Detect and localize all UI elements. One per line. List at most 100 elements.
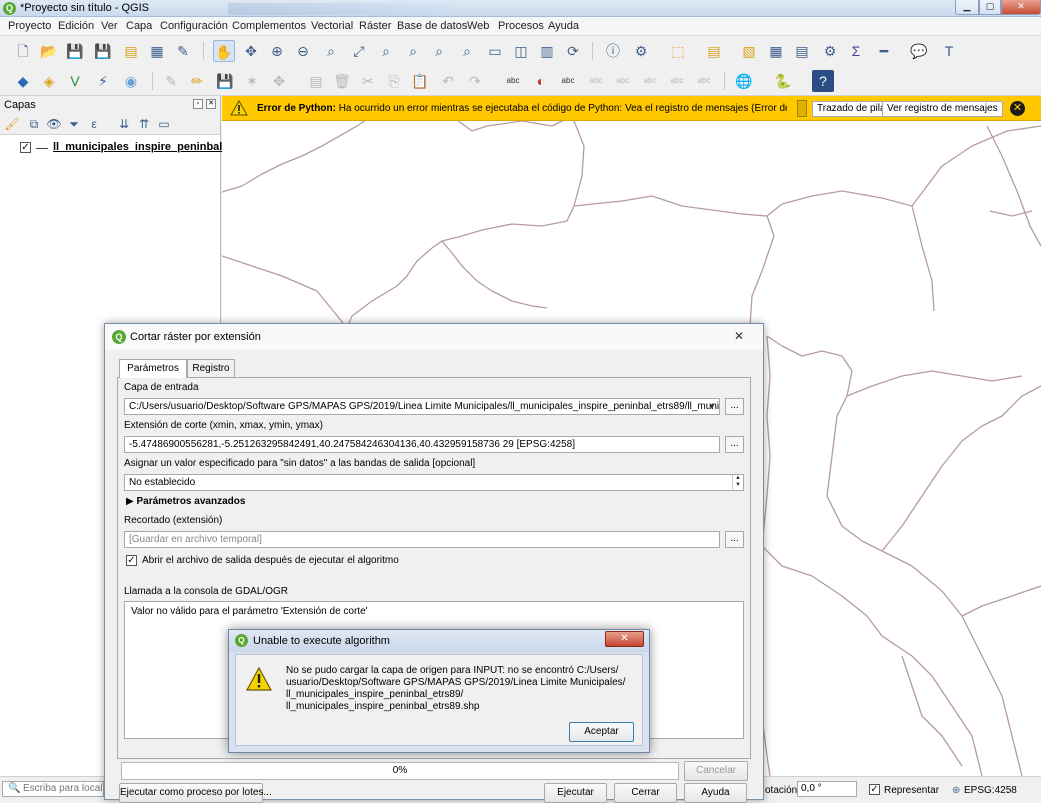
attribute-table-icon[interactable]: ▦ [765,40,787,62]
pan-to-selection-icon[interactable]: ✥ [240,40,262,62]
locator-search-input[interactable]: 🔍 Escriba para localizar [2,781,104,797]
cut-features-icon[interactable]: ✂ [357,70,379,92]
stack-trace-button[interactable]: Trazado de pila [812,101,891,117]
add-wms-layer-icon[interactable]: ◉ [120,70,142,92]
filter-expression-icon[interactable]: ε [86,116,102,132]
redo-icon[interactable]: ↷ [464,70,486,92]
zoom-full-icon[interactable]: ⤢ [348,40,370,62]
save-layer-edits-icon[interactable]: 💾 [214,70,236,92]
manage-visibility-eye-icon[interactable]: 👁 [46,116,62,132]
field-calculator-icon[interactable]: ▤ [791,40,813,62]
zoom-next-icon[interactable]: ⌕ [456,40,478,62]
batch-process-button[interactable]: Ejecutar como proceso por lotes... [119,783,272,803]
refresh-icon[interactable]: ⟳ [562,40,584,62]
zoom-native-icon[interactable]: ⌕ [320,40,342,62]
maximize-button[interactable]: ▢ [979,0,1001,15]
measure-line-icon[interactable]: ━ [873,40,895,62]
label-toolbar-abc-icon[interactable]: abc [502,70,524,92]
open-project-icon[interactable]: 📂 [38,40,60,62]
python-console-icon[interactable]: 🐍 [772,70,794,92]
style-manager-icon[interactable]: ✎ [172,40,194,62]
spatial-bookmark-icon[interactable]: ▥ [536,40,558,62]
remove-layer-icon[interactable]: ▭ [156,116,172,132]
clipped-output-input[interactable]: [Guardar en archivo temporal] [124,531,720,548]
zoom-layer-icon[interactable]: ⌕ [402,40,424,62]
minimize-button[interactable]: ▁ [955,0,979,15]
undo-icon[interactable]: ↶ [437,70,459,92]
current-edits-icon[interactable]: ✎ [160,70,182,92]
copy-features-icon[interactable]: ⎘ [383,70,405,92]
add-feature-icon[interactable]: ✶ [241,70,263,92]
crs-globe-icon[interactable]: ⊕ [952,785,960,796]
view-message-log-button[interactable]: Ver registro de mensajes [882,101,1003,117]
actions-icon[interactable]: ⚙ [630,40,652,62]
spin-arrows-icon[interactable]: ▲ ▼ [732,475,743,490]
new-map-view-icon[interactable]: ▭ [484,40,506,62]
close-message-icon[interactable]: ✕ [1010,101,1025,116]
cancel-button[interactable]: Cancelar [684,761,748,781]
layout-manager-icon[interactable]: ▦ [146,40,168,62]
dialog-close-icon[interactable]: ✕ [729,328,749,344]
rotation-input[interactable]: 0,0 ° [797,781,857,797]
zoom-out-icon[interactable]: ⊖ [292,40,314,62]
menu-complementos[interactable]: Complementos [232,20,306,32]
message-scroll-arrows[interactable] [797,100,807,117]
help-contents-icon[interactable]: ? [812,70,834,92]
plugin-globe-icon[interactable]: 🌐 [733,70,755,92]
input-layer-browse-button[interactable]: ... [725,398,744,415]
filter-legend-icon[interactable]: ⏷ [66,116,82,132]
menu-configuracion[interactable]: Configuración [160,20,228,32]
layer-diagram-icon[interactable]: ◐ [530,70,552,92]
deselect-icon[interactable]: ▧ [738,40,760,62]
input-layer-combobox[interactable]: C:/Users/usuario/Desktop/Software GPS/MA… [124,398,720,415]
delete-selected-icon[interactable]: 🗑 [331,70,353,92]
map-tips-icon[interactable]: 💬 [908,40,930,62]
help-button[interactable]: Ayuda [684,783,747,803]
save-as-icon[interactable]: 💾 [92,40,114,62]
extent-input[interactable]: -5.47486900556281,-5.251263295842491,40.… [124,436,720,453]
add-raster-layer-icon[interactable]: ⚡ [92,70,114,92]
new-project-icon[interactable]: 🗋 [12,40,34,62]
error-dialog-close-icon[interactable]: ✕ [605,631,644,647]
layer-visibility-checkbox[interactable]: ✓ [20,142,31,153]
advanced-expander[interactable]: ▶ Parámetros avanzados [126,496,245,507]
run-button[interactable]: Ejecutar [544,783,607,803]
extent-select-button[interactable]: ... [725,436,744,453]
menu-ayuda[interactable]: Ayuda [548,20,579,32]
menu-base-de-datos[interactable]: Base de datos [397,20,467,32]
rotate-label-icon[interactable]: abc [666,70,688,92]
add-vector-layer-icon[interactable]: V [64,70,86,92]
vertex-tool-icon[interactable]: ✥ [268,70,290,92]
close-panel-icon[interactable]: ✕ [206,99,216,109]
select-features-icon[interactable]: ⬚ [667,40,689,62]
new-shapefile-layer-icon[interactable]: ◈ [38,70,60,92]
toggle-editing-pencil-icon[interactable]: ✏ [186,70,208,92]
text-annotation-icon[interactable]: T [938,40,960,62]
identify-features-icon[interactable]: ⓘ [602,40,624,62]
zoom-selection-icon[interactable]: ⌕ [375,40,397,62]
accept-button[interactable]: Aceptar [569,722,634,742]
change-label-icon[interactable]: abc [693,70,715,92]
menu-web[interactable]: Web [467,20,489,32]
statistical-summary-icon[interactable]: Σ [845,40,867,62]
menu-vectorial[interactable]: Vectorial [311,20,353,32]
tab-registro[interactable]: Registro [187,359,235,377]
render-checkbox[interactable]: ✓ [869,784,880,795]
expand-all-icon[interactable]: ⇊ [116,116,132,132]
save-project-icon[interactable]: 💾 [64,40,86,62]
layer-item[interactable]: ✓ ll_municipales_inspire_peninbal_e... [20,141,244,155]
data-source-manager-icon[interactable]: ◆ [12,70,34,92]
new-3d-map-icon[interactable]: ◫ [510,40,532,62]
highlight-labels-icon[interactable]: abc [557,70,579,92]
zoom-last-icon[interactable]: ⌕ [428,40,450,62]
open-output-checkbox[interactable]: ✓ [126,555,137,566]
menu-raster[interactable]: Ráster [359,20,391,32]
menu-edicion[interactable]: Edición [58,20,94,32]
nodata-spinbox[interactable]: No establecido ▲ ▼ [124,474,744,491]
menu-proyecto[interactable]: Proyecto [8,20,51,32]
add-group-icon[interactable]: ⧉ [26,116,42,132]
close-window-button[interactable]: ✕ [1001,0,1041,15]
close-button[interactable]: Cerrar [614,783,677,803]
modify-attributes-icon[interactable]: ▤ [305,70,327,92]
paste-features-icon[interactable]: 📋 [409,70,431,92]
